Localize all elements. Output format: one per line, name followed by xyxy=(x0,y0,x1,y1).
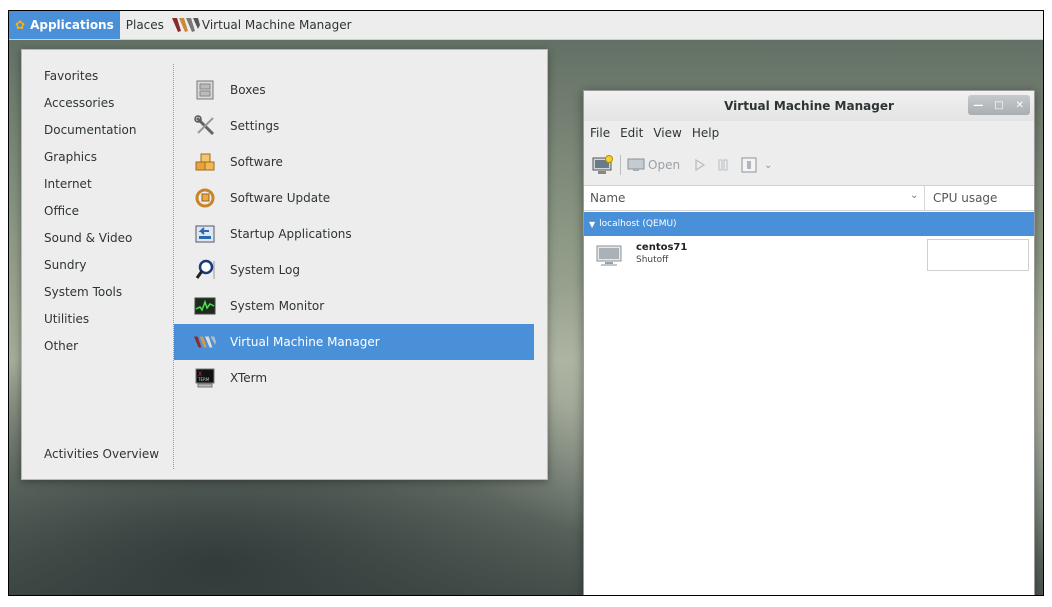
app-label: Settings xyxy=(230,119,280,133)
expander-down-icon[interactable]: ▼ xyxy=(589,220,595,229)
column-divider xyxy=(924,186,925,210)
window-title: Virtual Machine Manager xyxy=(724,99,894,113)
app-label: Software Update xyxy=(230,191,331,205)
menu-edit[interactable]: Edit xyxy=(614,126,647,140)
chevron-down-icon[interactable]: ⌄ xyxy=(910,190,918,201)
app-software[interactable]: Software xyxy=(174,144,534,180)
connection-row[interactable]: ▼ localhost (QEMU) xyxy=(584,212,1034,236)
app-label: Software xyxy=(230,155,283,169)
app-xterm[interactable]: X TERM XTerm xyxy=(174,360,534,396)
vmm-menubar: File Edit View Help xyxy=(584,121,1034,145)
app-virtual-machine-manager[interactable]: Virtual Machine Manager xyxy=(174,324,534,360)
app-label: XTerm xyxy=(230,371,268,385)
play-icon xyxy=(695,158,706,172)
menu-view[interactable]: View xyxy=(647,126,685,140)
top-bar: ✿ Applications Places Virtual Machine Ma… xyxy=(9,11,1043,40)
category-office[interactable]: Office xyxy=(44,204,79,218)
vm-monitor-icon xyxy=(596,244,622,271)
app-label: Boxes xyxy=(230,83,266,97)
vmm-window: Virtual Machine Manager — □ ✕ File Edit … xyxy=(583,90,1035,595)
active-app-label: Virtual Machine Manager xyxy=(201,18,352,32)
toolbar-separator xyxy=(620,155,621,175)
gnome-foot-icon: ✿ xyxy=(15,18,26,32)
category-list: Favorites Accessories Documentation Grap… xyxy=(22,50,172,479)
maximize-icon[interactable]: □ xyxy=(990,100,1008,111)
vmm-toolbar: Open ⌄ xyxy=(584,145,1034,186)
applications-menu: Favorites Accessories Documentation Grap… xyxy=(21,49,548,480)
run-button[interactable] xyxy=(694,155,706,175)
app-system-monitor[interactable]: System Monitor xyxy=(174,288,534,324)
xterm-icon: X TERM xyxy=(194,367,216,389)
app-system-log[interactable]: System Log xyxy=(174,252,534,288)
vmm-titlebar[interactable]: Virtual Machine Manager — □ ✕ xyxy=(584,91,1034,121)
menu-help[interactable]: Help xyxy=(686,126,723,140)
places-label: Places xyxy=(125,18,164,32)
open-label: Open xyxy=(648,158,681,172)
category-utilities[interactable]: Utilities xyxy=(44,312,89,326)
category-sound-video[interactable]: Sound & Video xyxy=(44,231,132,245)
new-vm-button[interactable] xyxy=(592,155,614,175)
boxes-icon xyxy=(194,79,216,101)
svg-text:TERM: TERM xyxy=(197,377,210,382)
category-documentation[interactable]: Documentation xyxy=(44,123,137,137)
pause-button[interactable] xyxy=(717,155,729,175)
app-label: Virtual Machine Manager xyxy=(230,335,380,349)
vm-list-header: Name ⌄ CPU usage xyxy=(584,186,1034,211)
applications-label: Applications xyxy=(30,18,114,32)
close-icon[interactable]: ✕ xyxy=(1011,100,1029,111)
category-graphics[interactable]: Graphics xyxy=(44,150,97,164)
category-other[interactable]: Other xyxy=(44,339,78,353)
monitor-icon xyxy=(627,158,645,171)
pause-icon xyxy=(718,159,728,171)
active-app-menu[interactable]: Virtual Machine Manager xyxy=(170,11,358,39)
open-button[interactable]: Open xyxy=(627,155,680,175)
software-update-icon xyxy=(194,187,216,209)
category-accessories[interactable]: Accessories xyxy=(44,96,114,110)
app-boxes[interactable]: Boxes xyxy=(174,72,534,108)
vm-status: Shutoff xyxy=(636,255,669,265)
virt-manager-icon xyxy=(171,17,200,33)
column-cpu-usage[interactable]: CPU usage xyxy=(933,191,997,205)
vm-name: centos71 xyxy=(636,242,688,253)
desktop: ✿ Applications Places Virtual Machine Ma… xyxy=(8,10,1044,596)
app-settings[interactable]: Settings xyxy=(174,108,534,144)
column-name[interactable]: Name xyxy=(590,191,625,205)
minimize-icon[interactable]: — xyxy=(969,100,987,111)
app-software-update[interactable]: Software Update xyxy=(174,180,534,216)
category-favorites[interactable]: Favorites xyxy=(44,69,98,83)
category-internet[interactable]: Internet xyxy=(44,177,92,191)
system-log-magnifier-icon xyxy=(194,259,216,281)
settings-tools-icon xyxy=(194,115,216,137)
new-vm-icon xyxy=(592,155,613,174)
connection-label: localhost (QEMU) xyxy=(599,219,677,229)
virt-manager-icon xyxy=(194,331,216,353)
startup-applications-icon xyxy=(194,223,216,245)
places-menu-button[interactable]: Places xyxy=(120,11,170,39)
software-package-icon xyxy=(194,151,216,173)
chevron-down-icon[interactable]: ⌄ xyxy=(764,155,772,175)
menu-file[interactable]: File xyxy=(584,126,614,140)
window-controls: — □ ✕ xyxy=(968,95,1030,115)
applications-menu-button[interactable]: ✿ Applications xyxy=(9,11,120,39)
system-monitor-icon xyxy=(194,295,216,317)
category-sundry[interactable]: Sundry xyxy=(44,258,86,272)
shutdown-button[interactable] xyxy=(741,155,757,175)
app-label: Startup Applications xyxy=(230,227,352,241)
app-startup-applications[interactable]: Startup Applications xyxy=(174,216,534,252)
cpu-usage-graph xyxy=(927,239,1029,271)
category-system-tools[interactable]: System Tools xyxy=(44,285,122,299)
app-label: System Monitor xyxy=(230,299,325,313)
app-label: System Log xyxy=(230,263,300,277)
activities-overview-button[interactable]: Activities Overview xyxy=(44,447,159,461)
stop-icon xyxy=(741,157,757,173)
